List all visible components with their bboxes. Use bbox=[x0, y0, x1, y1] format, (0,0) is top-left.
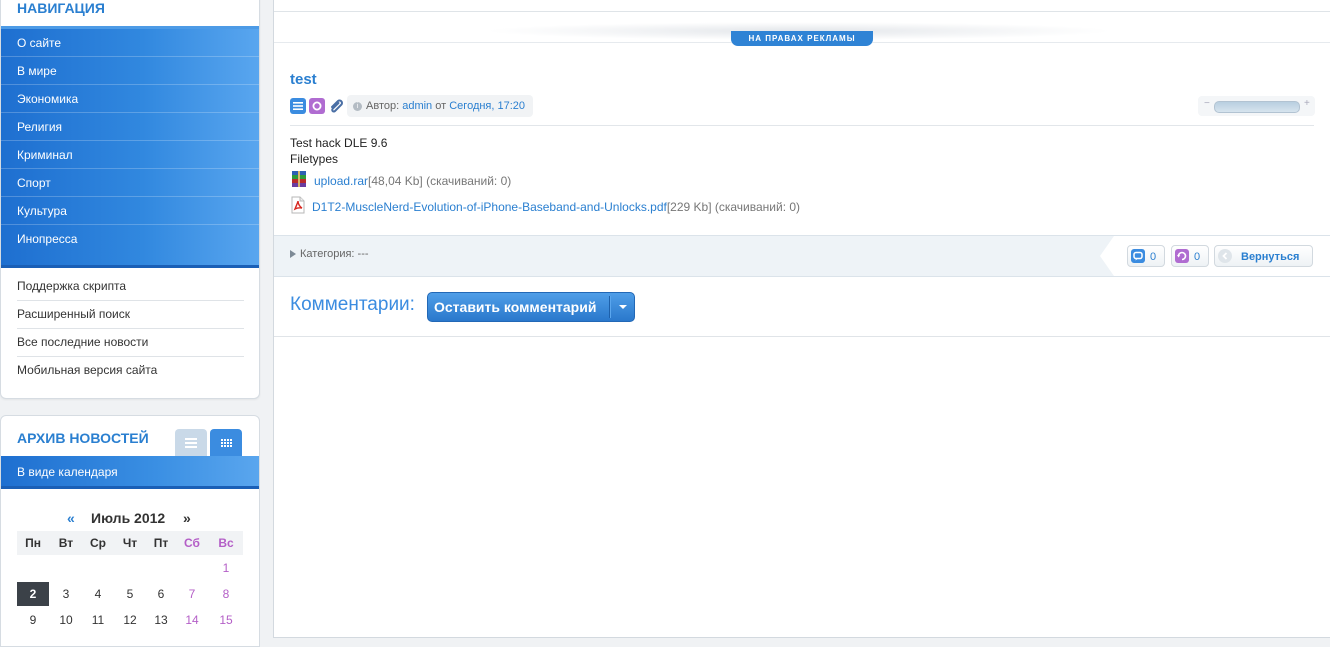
archive-calendar-view-tab[interactable] bbox=[210, 429, 242, 457]
author-info: i Автор: admin от Сегодня, 17:20 bbox=[347, 95, 534, 117]
calendar-day: 8 bbox=[222, 587, 230, 601]
post-body-line: Filetypes bbox=[290, 152, 339, 166]
nav-item-foreign-press[interactable]: Инопресса bbox=[1, 225, 259, 253]
refresh-icon bbox=[1175, 249, 1189, 263]
calendar-header: « Июль 2012 » bbox=[1, 510, 259, 530]
nav-item-economy[interactable]: Экономика bbox=[1, 85, 259, 113]
calendar-day: 4 bbox=[94, 587, 102, 601]
weekday-sun: Вс bbox=[218, 536, 234, 550]
calendar-day: 3 bbox=[62, 587, 70, 601]
nav-item-crime[interactable]: Криминал bbox=[1, 141, 259, 169]
calendar-prev-month[interactable]: « bbox=[67, 510, 75, 526]
weekday-sat: Сб bbox=[184, 536, 200, 550]
calendar-day: 12 bbox=[123, 613, 137, 627]
rating-track bbox=[1214, 101, 1300, 113]
calendar-day: 14 bbox=[185, 613, 199, 627]
weekday-tue: Вт bbox=[58, 536, 74, 550]
author-prefix: Автор: bbox=[366, 100, 400, 112]
calendar-day: 10 bbox=[59, 613, 73, 627]
navigation-title: НАВИГАЦИЯ bbox=[17, 0, 105, 16]
attachment-info: [48,04 Kb] (скачиваний: 0) bbox=[368, 174, 512, 189]
back-button-label: Вернуться bbox=[1241, 251, 1300, 263]
calendar-day: 7 bbox=[188, 587, 196, 601]
calendar-day[interactable]: 1 bbox=[210, 556, 242, 580]
comments-count: 0 bbox=[1150, 251, 1157, 263]
nav-link-script-support[interactable]: Поддержка скрипта bbox=[17, 272, 244, 301]
views-count-button[interactable]: 0 bbox=[1171, 245, 1209, 267]
meta-divider bbox=[290, 125, 1314, 126]
comment-bubble-icon bbox=[1131, 249, 1145, 263]
calendar-day: 15 bbox=[219, 613, 233, 627]
top-divider bbox=[274, 0, 1330, 12]
triangle-right-icon bbox=[290, 250, 296, 259]
calendar-weekdays: Пн Вт Ср Чт Пт Сб Вс bbox=[17, 531, 243, 555]
post-list-icon[interactable] bbox=[290, 98, 306, 114]
news-archive-panel: АРХИВ НОВОСТЕЙ В виде календаря « Июль 2… bbox=[0, 415, 260, 647]
navigation-menu: О сайте В мире Экономика Религия Кримина… bbox=[1, 26, 259, 268]
post-body-line: Test hack DLE 9.6 bbox=[290, 136, 388, 150]
chevron-down-icon[interactable] bbox=[619, 305, 627, 309]
back-button[interactable]: Вернуться bbox=[1214, 245, 1313, 267]
comments-divider bbox=[274, 336, 1330, 337]
attachment-info: [229 Kb] (скачиваний: 0) bbox=[666, 200, 801, 215]
add-comment-button[interactable]: Оставить комментарий bbox=[427, 292, 635, 322]
views-count: 0 bbox=[1194, 251, 1201, 263]
navigation-panel: НАВИГАЦИЯ О сайте В мире Экономика Религ… bbox=[0, 0, 260, 399]
calendar-month-title: Июль 2012 bbox=[91, 510, 166, 526]
main-content: НА ПРАВАХ РЕКЛАМЫ test i Автор: admin от … bbox=[273, 0, 1330, 638]
nav-item-world[interactable]: В мире bbox=[1, 57, 259, 85]
add-comment-label: Оставить комментарий bbox=[434, 299, 597, 315]
calendar-day: 11 bbox=[91, 613, 105, 627]
post-favorite-icon[interactable] bbox=[309, 98, 325, 114]
author-link[interactable]: admin bbox=[402, 100, 432, 112]
attachment-link[interactable]: D1T2-MuscleNerd-Evolution-of-iPhone-Base… bbox=[312, 200, 667, 214]
nav-item-sport[interactable]: Спорт bbox=[1, 169, 259, 197]
nav-item-culture[interactable]: Культура bbox=[1, 197, 259, 225]
attachment-item: upload.rar[48,04 Kb] (скачиваний: 0) bbox=[290, 170, 511, 190]
post-footer-bar: Категория: --- 0 0 Вернуться bbox=[274, 235, 1330, 277]
rating-minus-icon[interactable]: − bbox=[1204, 98, 1210, 109]
date-prefix: от bbox=[435, 100, 447, 112]
attachment-link[interactable]: upload.rar bbox=[314, 174, 368, 188]
calendar-day: 13 bbox=[154, 613, 168, 627]
rating-slider[interactable]: − + bbox=[1198, 96, 1315, 116]
weekday-mon: Пн bbox=[25, 536, 41, 550]
attachment-item: D1T2-MuscleNerd-Evolution-of-iPhone-Base… bbox=[290, 196, 800, 216]
rating-plus-icon[interactable]: + bbox=[1304, 98, 1310, 109]
comments-count-button[interactable]: 0 bbox=[1127, 245, 1165, 267]
category-label: Категория: --- bbox=[300, 248, 369, 260]
post-date-link[interactable]: Сегодня, 17:20 bbox=[449, 100, 525, 112]
calendar-day: 9 bbox=[29, 613, 37, 627]
nav-link-advanced-search[interactable]: Расширенный поиск bbox=[17, 300, 244, 329]
weekday-fri: Пт bbox=[153, 536, 169, 550]
nav-link-mobile-version[interactable]: Мобильная версия сайта bbox=[17, 356, 244, 384]
winrar-archive-icon bbox=[290, 170, 308, 194]
list-icon bbox=[185, 438, 197, 448]
button-divider bbox=[609, 296, 610, 318]
nav-item-about[interactable]: О сайте bbox=[1, 29, 259, 57]
weekday-thu: Чт bbox=[122, 536, 138, 550]
weekday-wed: Ср bbox=[90, 536, 106, 550]
archive-list-view-tab[interactable] bbox=[175, 429, 207, 457]
grid-icon bbox=[220, 438, 232, 447]
calendar-next-month[interactable]: » bbox=[183, 510, 191, 526]
nav-item-religion[interactable]: Религия bbox=[1, 113, 259, 141]
ad-badge: НА ПРАВАХ РЕКЛАМЫ bbox=[731, 31, 873, 46]
paperclip-icon bbox=[328, 98, 344, 114]
category-info: Категория: --- bbox=[290, 248, 369, 260]
comments-heading: Комментарии: bbox=[290, 294, 415, 315]
info-icon: i bbox=[353, 101, 362, 111]
pdf-file-icon bbox=[290, 196, 306, 220]
back-arrow-icon bbox=[1218, 249, 1232, 263]
calendar-day: 6 bbox=[157, 587, 165, 601]
archive-mode-bar[interactable]: В виде календаря bbox=[1, 456, 259, 489]
calendar-day: 5 bbox=[126, 587, 134, 601]
archive-title: АРХИВ НОВОСТЕЙ bbox=[17, 430, 149, 446]
nav-link-latest-news[interactable]: Все последние новости bbox=[17, 328, 244, 357]
calendar-day-today[interactable]: 2 bbox=[17, 582, 49, 606]
post-title[interactable]: test bbox=[290, 71, 317, 88]
